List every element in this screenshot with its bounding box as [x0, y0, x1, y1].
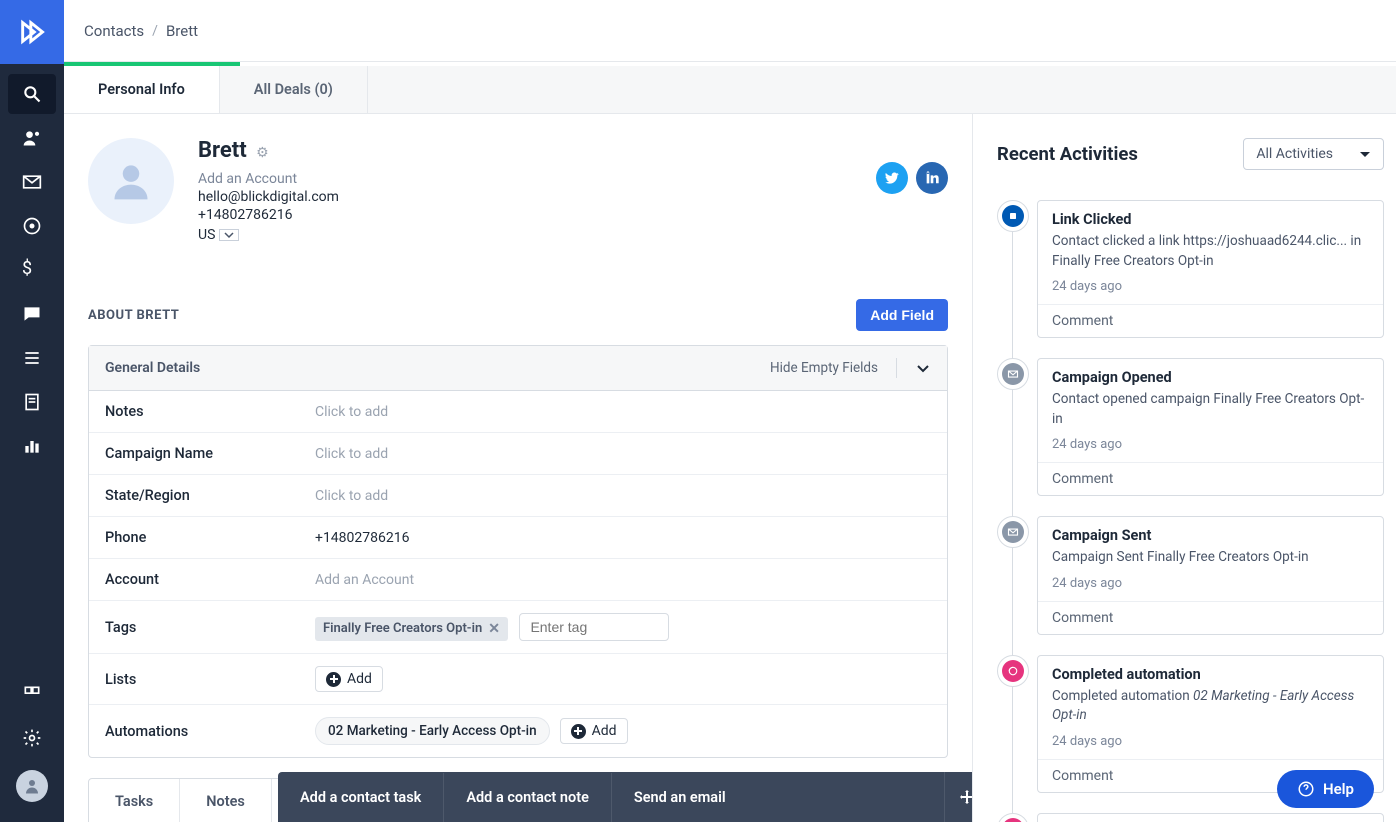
tag-chip[interactable]: Finally Free Creators Opt-in ✕ [315, 617, 508, 641]
subtab-tasks[interactable]: Tasks [89, 779, 180, 822]
send-email-button[interactable]: Send an email [612, 773, 748, 822]
add-field-button[interactable]: Add Field [856, 299, 948, 331]
plus-icon [326, 672, 341, 687]
activities-filter-label: All Activities [1256, 146, 1333, 162]
move-handle-icon[interactable] [944, 772, 972, 822]
apps-icon[interactable] [8, 674, 56, 714]
activity-desc: Completed automation 02 Marketing - Earl… [1052, 687, 1369, 726]
field-value-account[interactable]: Add an Account [315, 572, 931, 588]
activities-filter-dropdown[interactable]: All Activities [1243, 138, 1384, 170]
activity-time: 24 days ago [1052, 734, 1369, 749]
main-tabs: Personal Info All Deals (0) [64, 66, 1396, 114]
nav-rail: $ [0, 0, 64, 822]
activity-comment-link[interactable]: Comment [1038, 601, 1383, 634]
tag-chip-label: Finally Free Creators Opt-in [323, 621, 482, 636]
add-task-button[interactable]: Add a contact task [278, 773, 444, 822]
add-list-button[interactable]: Add [315, 666, 383, 692]
search-icon[interactable] [8, 74, 56, 114]
breadcrumb-current: Brett [166, 22, 198, 40]
help-button[interactable]: Help [1277, 770, 1374, 808]
activity-comment-link[interactable]: Comment [1038, 304, 1383, 337]
activity-title: Completed automation [1052, 666, 1369, 683]
activities-timeline: Link Clicked Contact clicked a link http… [997, 200, 1384, 822]
activity-icon-campaign-sent [997, 516, 1029, 548]
field-value-notes[interactable]: Click to add [315, 404, 931, 420]
activity-icon-automation-completed [997, 655, 1029, 687]
contacts-icon[interactable] [8, 118, 56, 158]
add-list-label: Add [347, 671, 372, 687]
action-bar: Add a contact task Add a contact note Se… [278, 772, 972, 822]
field-label-campaign: Campaign Name [105, 445, 315, 462]
about-heading: ABOUT BRETT [88, 308, 179, 323]
activity-desc: Campaign Sent Finally Free Creators Opt-… [1052, 548, 1369, 568]
activity-item: Campaign Sent Campaign Sent Finally Free… [1037, 516, 1384, 635]
collapse-panel-chevron-icon[interactable] [896, 358, 931, 378]
automations-icon[interactable] [8, 206, 56, 246]
user-avatar[interactable] [16, 770, 48, 802]
field-label-account: Account [105, 571, 315, 588]
activity-desc: Contact clicked a link https://joshuaad6… [1052, 232, 1369, 271]
twitter-icon[interactable] [876, 162, 908, 194]
field-value-campaign[interactable]: Click to add [315, 446, 931, 462]
general-details-panel: General Details Hide Empty Fields Notes … [88, 345, 948, 758]
contact-settings-gear-icon[interactable]: ⚙ [256, 145, 269, 161]
reports-icon[interactable] [8, 426, 56, 466]
add-automation-label: Add [592, 723, 617, 739]
subtab-notes[interactable]: Notes [180, 779, 272, 822]
activity-item: Campaign Opened Contact opened campaign … [1037, 358, 1384, 496]
forms-icon[interactable] [8, 382, 56, 422]
deals-icon[interactable]: $ [8, 250, 56, 290]
activity-time: 24 days ago [1052, 279, 1369, 294]
field-label-phone: Phone [105, 529, 315, 546]
brand-logo[interactable] [0, 0, 64, 64]
help-label: Help [1323, 780, 1354, 798]
contact-name: Brett [198, 138, 247, 163]
recent-activities-heading: Recent Activities [997, 143, 1138, 165]
contact-locale: US [198, 227, 215, 243]
conversations-icon[interactable] [8, 294, 56, 334]
tab-all-deals[interactable]: All Deals (0) [220, 66, 368, 113]
settings-icon[interactable] [8, 718, 56, 758]
activity-title: Campaign Sent [1052, 527, 1369, 544]
field-label-notes: Notes [105, 403, 315, 420]
add-note-button[interactable]: Add a contact note [444, 773, 612, 822]
locale-dropdown[interactable] [219, 229, 239, 241]
field-label-tags: Tags [105, 619, 315, 636]
breadcrumb: Contacts / Brett [64, 0, 1396, 62]
hide-empty-fields-link[interactable]: Hide Empty Fields [770, 360, 878, 376]
activity-desc: Contact opened campaign Finally Free Cre… [1052, 390, 1369, 429]
contact-email[interactable]: hello@blickdigital.com [198, 189, 339, 205]
contact-avatar [88, 138, 174, 224]
plus-icon [571, 724, 586, 739]
activity-item: Entered automation [1037, 813, 1384, 822]
activity-item: Link Clicked Contact clicked a link http… [1037, 200, 1384, 338]
field-value-state[interactable]: Click to add [315, 488, 931, 504]
lists-icon[interactable] [8, 338, 56, 378]
activity-icon-link-clicked [997, 200, 1029, 232]
breadcrumb-sep: / [152, 23, 158, 39]
tag-input[interactable] [519, 613, 669, 641]
contact-phone: +14802786216 [198, 207, 339, 223]
general-details-title: General Details [105, 360, 200, 376]
activity-title: Campaign Opened [1052, 369, 1369, 386]
campaigns-icon[interactable] [8, 162, 56, 202]
linkedin-icon[interactable] [916, 162, 948, 194]
activity-comment-link[interactable]: Comment [1038, 462, 1383, 495]
activity-icon-campaign-opened [997, 358, 1029, 390]
tab-personal-info[interactable]: Personal Info [64, 66, 220, 113]
automation-chip[interactable]: 02 Marketing - Early Access Opt-in [315, 717, 550, 745]
activity-icon-automation-entered [997, 813, 1029, 822]
field-value-phone[interactable]: +14802786216 [315, 530, 931, 546]
field-label-lists: Lists [105, 671, 315, 688]
field-label-automations: Automations [105, 723, 315, 740]
breadcrumb-root[interactable]: Contacts [84, 22, 144, 40]
field-label-state: State/Region [105, 487, 315, 504]
tag-remove-icon[interactable]: ✕ [488, 621, 500, 637]
add-automation-button[interactable]: Add [560, 718, 628, 744]
activity-time: 24 days ago [1052, 576, 1369, 591]
activity-time: 24 days ago [1052, 437, 1369, 452]
activity-title: Link Clicked [1052, 211, 1369, 228]
add-account-link[interactable]: Add an Account [198, 171, 339, 187]
